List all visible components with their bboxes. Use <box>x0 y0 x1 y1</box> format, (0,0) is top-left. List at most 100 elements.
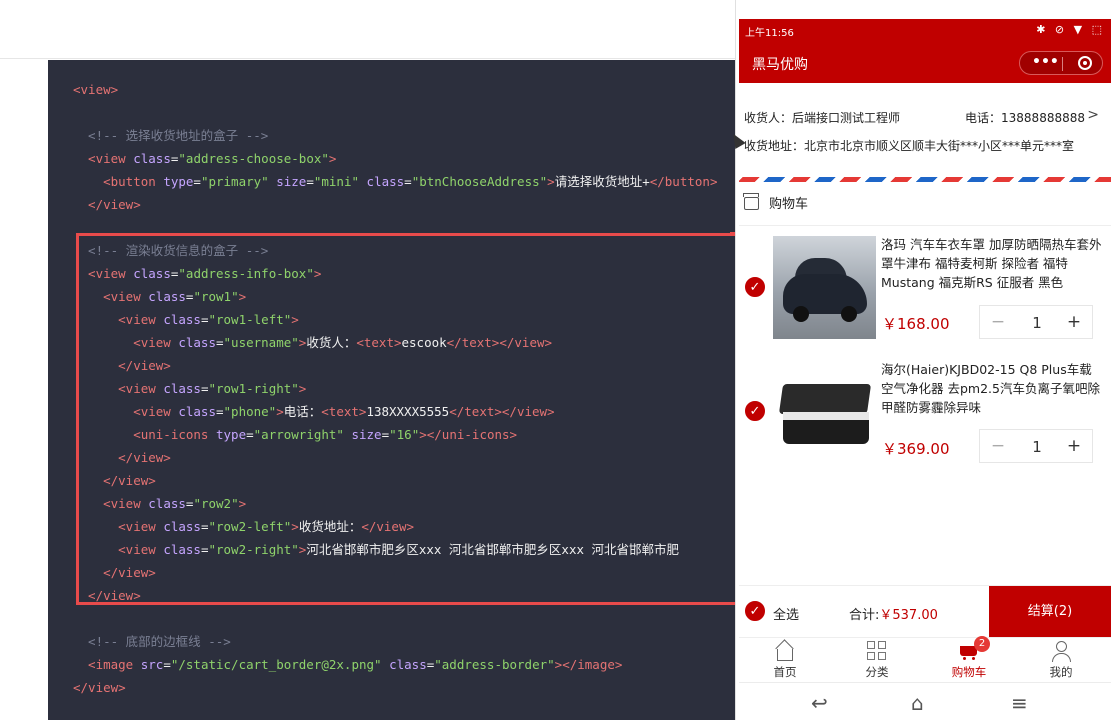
shop-title: 购物车 <box>743 193 809 212</box>
receiver-phone: 电话：13888888888 <box>965 111 1085 125</box>
shop-label: 购物车 <box>769 197 809 212</box>
code-token: class <box>133 151 171 166</box>
arrow-right-icon[interactable]: > <box>1087 107 1099 123</box>
goods-name[interactable]: 海尔(Haier)KJBD02-15 Q8 Plus车载空气净化器 去pm2.5… <box>881 360 1103 417</box>
nav-bar: 黑马优购 ••• <box>739 41 1111 83</box>
code-token: "/static/cart_border@2x.png" <box>170 657 382 672</box>
code-token: <view> <box>73 82 119 97</box>
code-token: </view> <box>73 197 141 212</box>
code-line[interactable]: <view class="address-choose-box"> <box>73 147 717 170</box>
phone-preview: 上午11:56 ✱ ⊘ ▼ ⬚ 黑马优购 ••• 收货人：后端接口测试工程师 电… <box>735 0 1119 720</box>
top-blank-area <box>0 0 735 59</box>
tab-bar: 首页 分类 2 购物车 我的 <box>739 636 1111 682</box>
code-line[interactable] <box>73 607 717 630</box>
code-token: class <box>381 657 427 672</box>
code-token: = <box>163 657 171 672</box>
code-token: = <box>404 174 412 189</box>
code-token: src <box>140 657 164 672</box>
quantity-stepper[interactable]: − 1 + <box>979 305 1093 339</box>
code-token: "btnChooseAddress" <box>411 174 548 189</box>
tab-mine[interactable]: 我的 <box>1031 640 1091 680</box>
code-line[interactable] <box>73 101 717 124</box>
goods-price: ￥369.00 <box>882 440 950 458</box>
code-line[interactable]: <button type="primary" size="mini" class… <box>73 170 717 193</box>
home-nav-icon[interactable]: ⌂ <box>911 691 924 715</box>
total-amount: ￥537.00 <box>879 608 938 623</box>
goods-price: ￥168.00 <box>882 315 950 333</box>
code-token: 请选择收货地址+ <box>554 174 650 189</box>
code-token: = <box>193 174 201 189</box>
receiver-name: 收货人：后端接口测试工程师 <box>744 111 901 125</box>
tab-cart[interactable]: 2 购物车 <box>939 636 999 680</box>
code-token: ></image> <box>554 657 623 672</box>
plus-button[interactable]: + <box>1056 436 1092 456</box>
system-nav-bar: ↩ ⌂ ≡ <box>739 682 1111 720</box>
highlight-box <box>76 233 738 605</box>
tab-label: 我的 <box>1049 665 1073 679</box>
goods-image-purifier[interactable] <box>773 360 876 463</box>
status-time: 上午11:56 <box>745 28 794 39</box>
divider <box>739 225 1111 226</box>
code-line[interactable]: </view> <box>73 193 717 216</box>
cart-badge: 2 <box>974 636 990 652</box>
status-icons: ✱ ⊘ ▼ ⬚ <box>1036 23 1105 36</box>
minus-button[interactable]: − <box>980 436 1016 456</box>
checkout-button[interactable]: 结算(2) <box>989 586 1111 638</box>
quantity-value[interactable]: 1 <box>1016 438 1058 456</box>
tab-home[interactable]: 首页 <box>755 640 815 680</box>
code-token: <view <box>73 151 134 166</box>
tab-category[interactable]: 分类 <box>847 640 907 680</box>
nav-title: 黑马优购 <box>752 57 808 73</box>
code-line[interactable]: <view> <box>73 78 717 101</box>
code-token: "address-border" <box>434 657 555 672</box>
more-icon[interactable]: ••• <box>1032 54 1059 70</box>
code-line[interactable]: <!-- 底部的边框线 --> <box>73 630 717 653</box>
tab-label: 购物车 <box>951 665 987 679</box>
select-all-checkbox[interactable]: ✓ <box>744 600 766 622</box>
code-token: "address-choose-box" <box>178 151 329 166</box>
code-token: </view> <box>73 680 126 695</box>
tab-label: 分类 <box>865 665 889 679</box>
store-icon <box>743 193 759 210</box>
code-line[interactable]: <!-- 选择收货地址的盒子 --> <box>73 124 717 147</box>
quantity-stepper[interactable]: − 1 + <box>979 429 1093 463</box>
back-icon[interactable]: ↩ <box>811 691 828 715</box>
minus-button[interactable]: − <box>980 312 1016 332</box>
code-token: <!-- 底部的边框线 --> <box>73 634 231 649</box>
code-token: "mini" <box>313 174 360 189</box>
cart-icon: 2 <box>958 636 990 662</box>
code-line[interactable]: </view> <box>73 676 717 699</box>
code-token: > <box>328 151 337 166</box>
home-icon <box>774 640 796 662</box>
code-token: <image <box>73 657 141 672</box>
code-token: </button> <box>649 174 718 189</box>
settle-bar: ✓ 全选 合计:￥537.00 结算(2) <box>739 585 1111 638</box>
capsule-divider <box>1062 57 1063 71</box>
code-token: size <box>268 174 307 189</box>
select-all-label[interactable]: 全选 <box>773 604 799 623</box>
user-icon <box>1050 640 1072 662</box>
code-line[interactable]: <image src="/static/cart_border@2x.png" … <box>73 653 717 676</box>
code-editor[interactable]: <view> <!-- 选择收货地址的盒子 --> <view class="a… <box>48 60 738 720</box>
capsule-menu[interactable]: ••• <box>1019 51 1103 75</box>
goods-image-car-cover[interactable] <box>773 236 876 339</box>
tab-label: 首页 <box>773 665 797 679</box>
status-bar: 上午11:56 ✱ ⊘ ▼ ⬚ <box>739 19 1111 41</box>
menu-icon[interactable]: ≡ <box>1011 691 1028 715</box>
address-border <box>739 177 1111 182</box>
address-line: 收货地址：北京市北京市顺义区顺丰大街***小区***单元***室 <box>744 139 1075 153</box>
total-price: 合计:￥537.00 <box>849 604 938 623</box>
goods-name[interactable]: 洛玛 汽车车衣车罩 加厚防晒隔热车套外罩牛津布 福特麦柯斯 探险者 福特Must… <box>881 235 1103 292</box>
goods-checkbox[interactable]: ✓ <box>744 276 766 298</box>
code-token: type <box>163 174 194 189</box>
code-token: <!-- 选择收货地址的盒子 --> <box>73 128 269 143</box>
code-token: class <box>359 174 405 189</box>
code-token: <button <box>73 174 164 189</box>
close-target-icon[interactable] <box>1078 56 1092 70</box>
total-label: 合计: <box>849 608 880 623</box>
code-token: "primary" <box>200 174 269 189</box>
plus-button[interactable]: + <box>1056 312 1092 332</box>
grid-icon <box>866 640 888 662</box>
quantity-value[interactable]: 1 <box>1016 314 1058 332</box>
goods-checkbox[interactable]: ✓ <box>744 400 766 422</box>
